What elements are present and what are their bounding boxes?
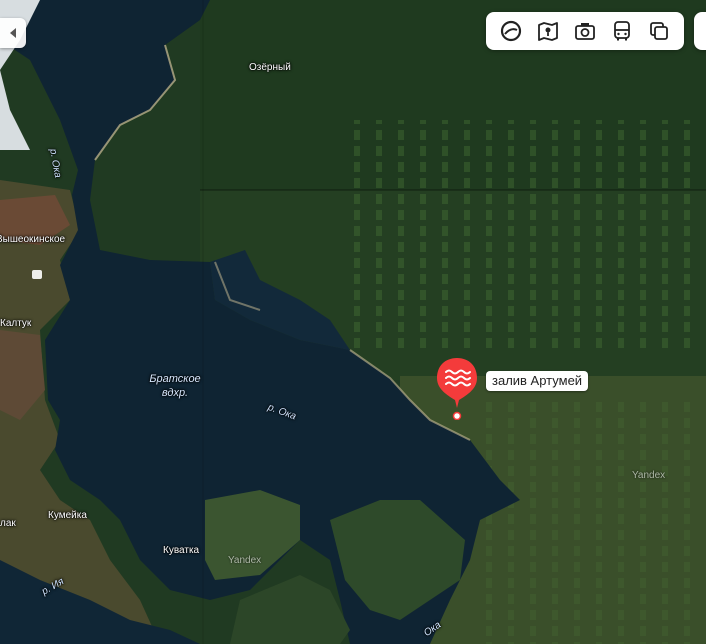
watermark-center: Yandex — [228, 555, 262, 566]
watermark-right: Yandex — [632, 470, 666, 481]
reservoir-label[interactable]: Братское вдхр. — [140, 372, 210, 400]
settlement-icon[interactable] — [32, 270, 42, 279]
bus-transport-icon — [614, 21, 631, 41]
camera-photos-icon — [575, 23, 595, 40]
satellite-map[interactable] — [0, 0, 706, 644]
alice-button[interactable] — [496, 16, 526, 46]
panorama-map-icon — [537, 22, 558, 41]
place-label-lak[interactable]: лак — [0, 518, 16, 529]
photos-button[interactable] — [570, 16, 600, 46]
place-label-kuvatka[interactable]: Куватка — [163, 545, 199, 556]
field-patches-east — [480, 400, 706, 644]
marker-point — [452, 411, 462, 420]
panorama-button[interactable] — [533, 16, 563, 46]
bay-marker[interactable] — [433, 356, 481, 420]
triangle-left-icon — [10, 28, 16, 38]
menu-edge-button[interactable] — [694, 12, 706, 50]
bay-marker-label[interactable]: залив Артумей — [486, 371, 589, 391]
layers-icon — [650, 22, 669, 40]
transport-button[interactable] — [607, 16, 637, 46]
place-label-kumeyka[interactable]: Кумейка — [48, 510, 87, 521]
place-label-ozerny[interactable]: Озёрный — [249, 62, 291, 73]
alice-circle-icon — [500, 20, 521, 42]
place-label-kaltuk[interactable]: Калтук — [0, 318, 31, 329]
layers-button[interactable] — [644, 16, 674, 46]
collapse-panel-button[interactable] — [0, 18, 26, 48]
place-label-vysheokinskoe[interactable]: Вышеокинское — [0, 234, 65, 245]
field-patches — [350, 120, 706, 350]
map-toolbar — [486, 12, 684, 50]
